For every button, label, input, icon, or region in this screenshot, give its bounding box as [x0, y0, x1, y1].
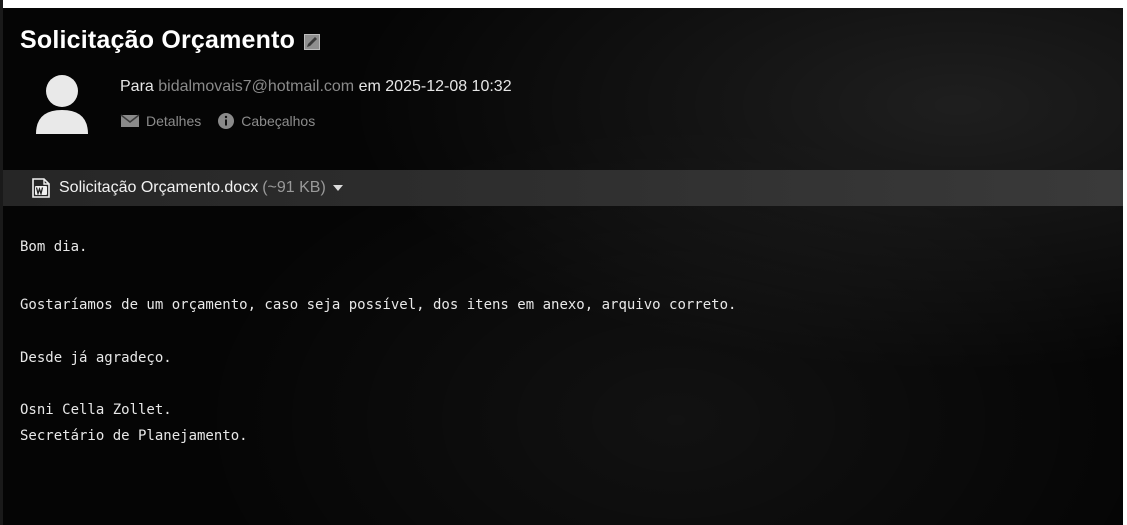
attachment-size: (~91 KB): [262, 179, 326, 196]
email-view: Solicitação Orçamento Para bidalmovais7@…: [0, 0, 1127, 525]
message-date: 2025-12-08 10:32: [385, 78, 512, 95]
word-document-icon: [32, 178, 50, 198]
details-label: Detalhes: [146, 113, 202, 129]
message-links: Detalhes Cabeçalhos: [120, 112, 315, 130]
edit-subject-icon[interactable]: [304, 34, 321, 50]
to-label: Para: [120, 78, 154, 95]
envelope-icon: [120, 114, 140, 127]
recipient-address[interactable]: bidalmovais7@hotmail.com: [158, 78, 354, 95]
sender-avatar-icon: [34, 74, 90, 136]
attachment-item[interactable]: Solicitação Orçamento.docx (~91 KB): [32, 178, 343, 198]
body-line-signature-name: Osni Cella Zollet.: [20, 402, 172, 418]
details-link[interactable]: Detalhes: [120, 113, 201, 129]
body-line-request: Gostaríamos de um orçamento, caso seja p…: [20, 297, 737, 313]
chevron-down-icon[interactable]: [332, 185, 343, 191]
subject-row: Solicitação Orçamento: [20, 20, 321, 60]
frame-right-border: [1123, 0, 1127, 525]
body-line-signature-title: Secretário de Planejamento.: [20, 428, 248, 444]
body-line-greeting: Bom dia.: [20, 239, 88, 255]
attachment-bar: Solicitação Orçamento.docx (~91 KB): [3, 170, 1123, 206]
attachment-name: Solicitação Orçamento.docx: [59, 179, 259, 196]
headers-label: Cabeçalhos: [241, 113, 316, 129]
info-icon: [218, 113, 235, 129]
headers-link[interactable]: Cabeçalhos: [217, 112, 315, 130]
date-prefix: em: [358, 78, 381, 95]
body-line-thanks: Desde já agradeço.: [20, 350, 172, 366]
message-subject: Solicitação Orçamento: [20, 25, 296, 54]
frame-top-border: [0, 0, 1127, 8]
frame-left-border: [0, 0, 3, 525]
recipient-line: Para bidalmovais7@hotmail.com em 2025-12…: [120, 78, 512, 96]
